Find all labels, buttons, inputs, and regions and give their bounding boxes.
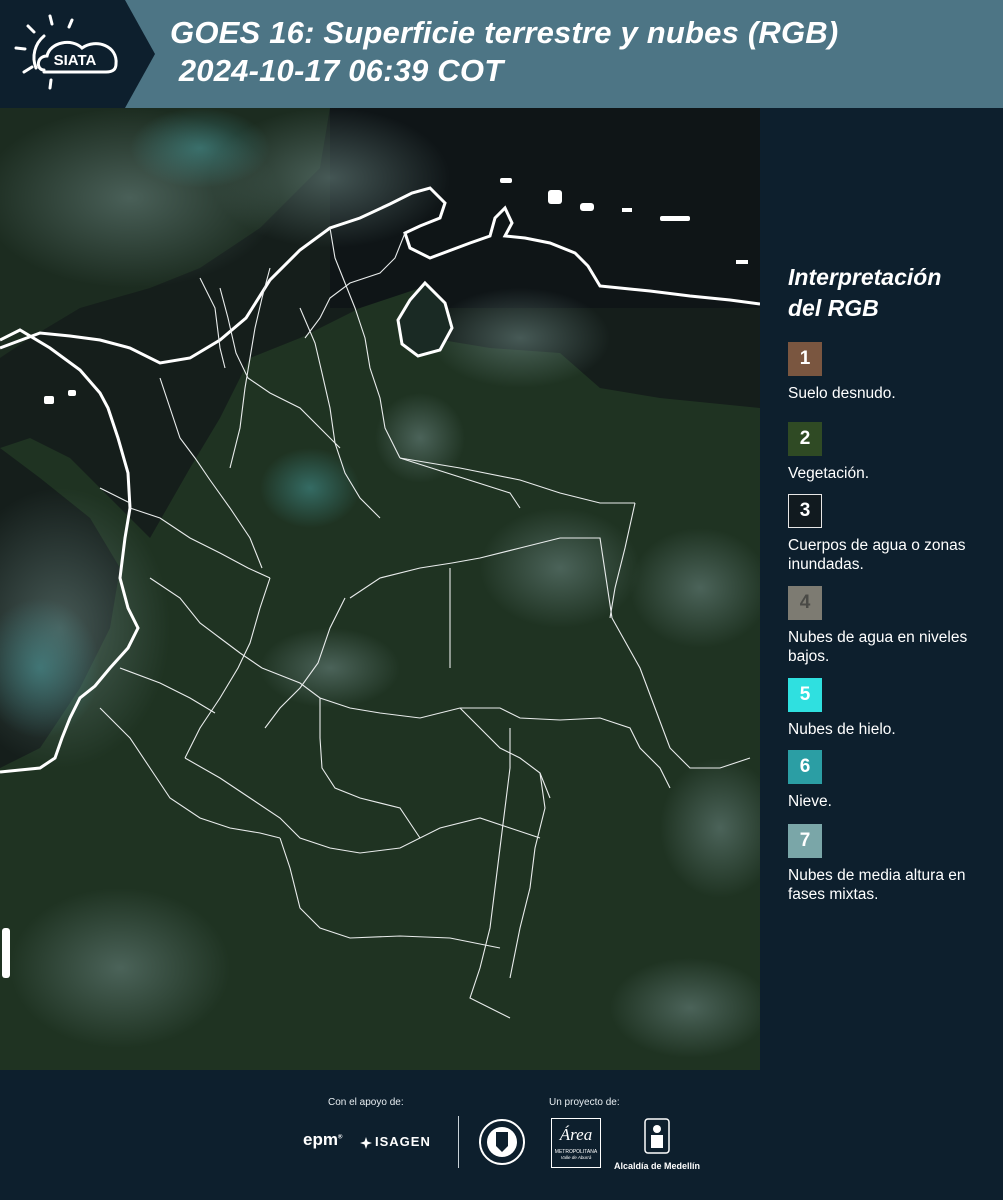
- isagen-logo[interactable]: ISAGEN: [360, 1134, 431, 1149]
- alcaldia-medellin-logo[interactable]: Alcaldía de Medellín: [610, 1118, 704, 1171]
- support-label: Con el apoyo de:: [328, 1097, 404, 1108]
- siata-logo[interactable]: SIATA: [0, 0, 155, 108]
- legend-label: Suelo desnudo.: [788, 385, 896, 402]
- legend-item: 1 Suelo desnudo.: [788, 342, 978, 403]
- cloud-cluster: [375, 393, 465, 483]
- area-logo-subtext-2: Valle de Aburrá: [560, 1155, 592, 1160]
- cloud-cluster: [260, 628, 400, 708]
- medellin-university-seal[interactable]: [478, 1118, 526, 1171]
- cloud-cluster: [260, 448, 360, 528]
- seal-icon: [479, 1119, 525, 1165]
- rgb-satellite-image: [0, 108, 760, 1070]
- legend-label: Vegetación.: [788, 465, 870, 482]
- epm-logo-text: epm: [303, 1130, 338, 1149]
- cloud-cluster: [10, 888, 230, 1048]
- legend-swatch: 3: [788, 494, 822, 528]
- sun-cloud-logo-icon: SIATA: [14, 14, 118, 90]
- legend-label: Nubes de agua en niveles bajos.: [788, 629, 968, 665]
- legend-swatch: 4: [788, 586, 822, 620]
- isagen-logo-text: ISAGEN: [375, 1134, 431, 1149]
- legend-item: 5 Nubes de hielo.: [788, 678, 978, 739]
- alcaldia-text: Alcaldía de Medellín: [613, 1161, 701, 1171]
- page-title: GOES 16: Superficie terrestre y nubes (R…: [170, 15, 839, 88]
- logo-text: SIATA: [54, 52, 97, 69]
- satellite-map[interactable]: [0, 108, 760, 1070]
- isagen-star-icon: [360, 1136, 372, 1149]
- footer: Con el apoyo de: Un proyecto de: epm® IS…: [0, 1070, 1003, 1200]
- legend-swatch: 1: [788, 342, 822, 376]
- legend-label: Nieve.: [788, 793, 832, 810]
- legend-title: Interpretación del RGB: [788, 264, 942, 321]
- legend-item: 3 Cuerpos de agua o zonas inundadas.: [788, 494, 978, 574]
- cloud-cluster: [480, 508, 640, 628]
- cloud-cluster: [130, 108, 270, 188]
- cloud-cluster: [430, 288, 610, 388]
- header-bar: SIATA GOES 16: Superficie terrestre y nu…: [0, 0, 1003, 108]
- project-label: Un proyecto de:: [549, 1097, 620, 1108]
- coat-of-arms-icon: [644, 1118, 670, 1154]
- footer-divider: [458, 1116, 459, 1168]
- legend-swatch: 6: [788, 750, 822, 784]
- legend-item: 2 Vegetación.: [788, 422, 978, 483]
- legend-swatch: 5: [788, 678, 822, 712]
- legend-swatch: 2: [788, 422, 822, 456]
- legend-label: Nubes de hielo.: [788, 721, 896, 738]
- area-logo-text: Área: [559, 1125, 593, 1144]
- legend-label: Nubes de media altura en fases mixtas.: [788, 867, 966, 903]
- legend-item: 6 Nieve.: [788, 750, 978, 811]
- area-metropolitana-logo[interactable]: Área METROPOLITANA Valle de Aburrá: [551, 1118, 601, 1168]
- epm-logo[interactable]: epm®: [303, 1130, 342, 1150]
- rgb-legend: Interpretación del RGB 1 Suelo desnudo. 2 V…: [788, 262, 988, 903]
- legend-swatch: 7: [788, 824, 822, 858]
- legend-item: 4 Nubes de agua en niveles bajos.: [788, 586, 978, 666]
- legend-item: 7 Nubes de media altura en fases mixtas.: [788, 824, 978, 904]
- legend-label: Cuerpos de agua o zonas inundadas.: [788, 537, 966, 573]
